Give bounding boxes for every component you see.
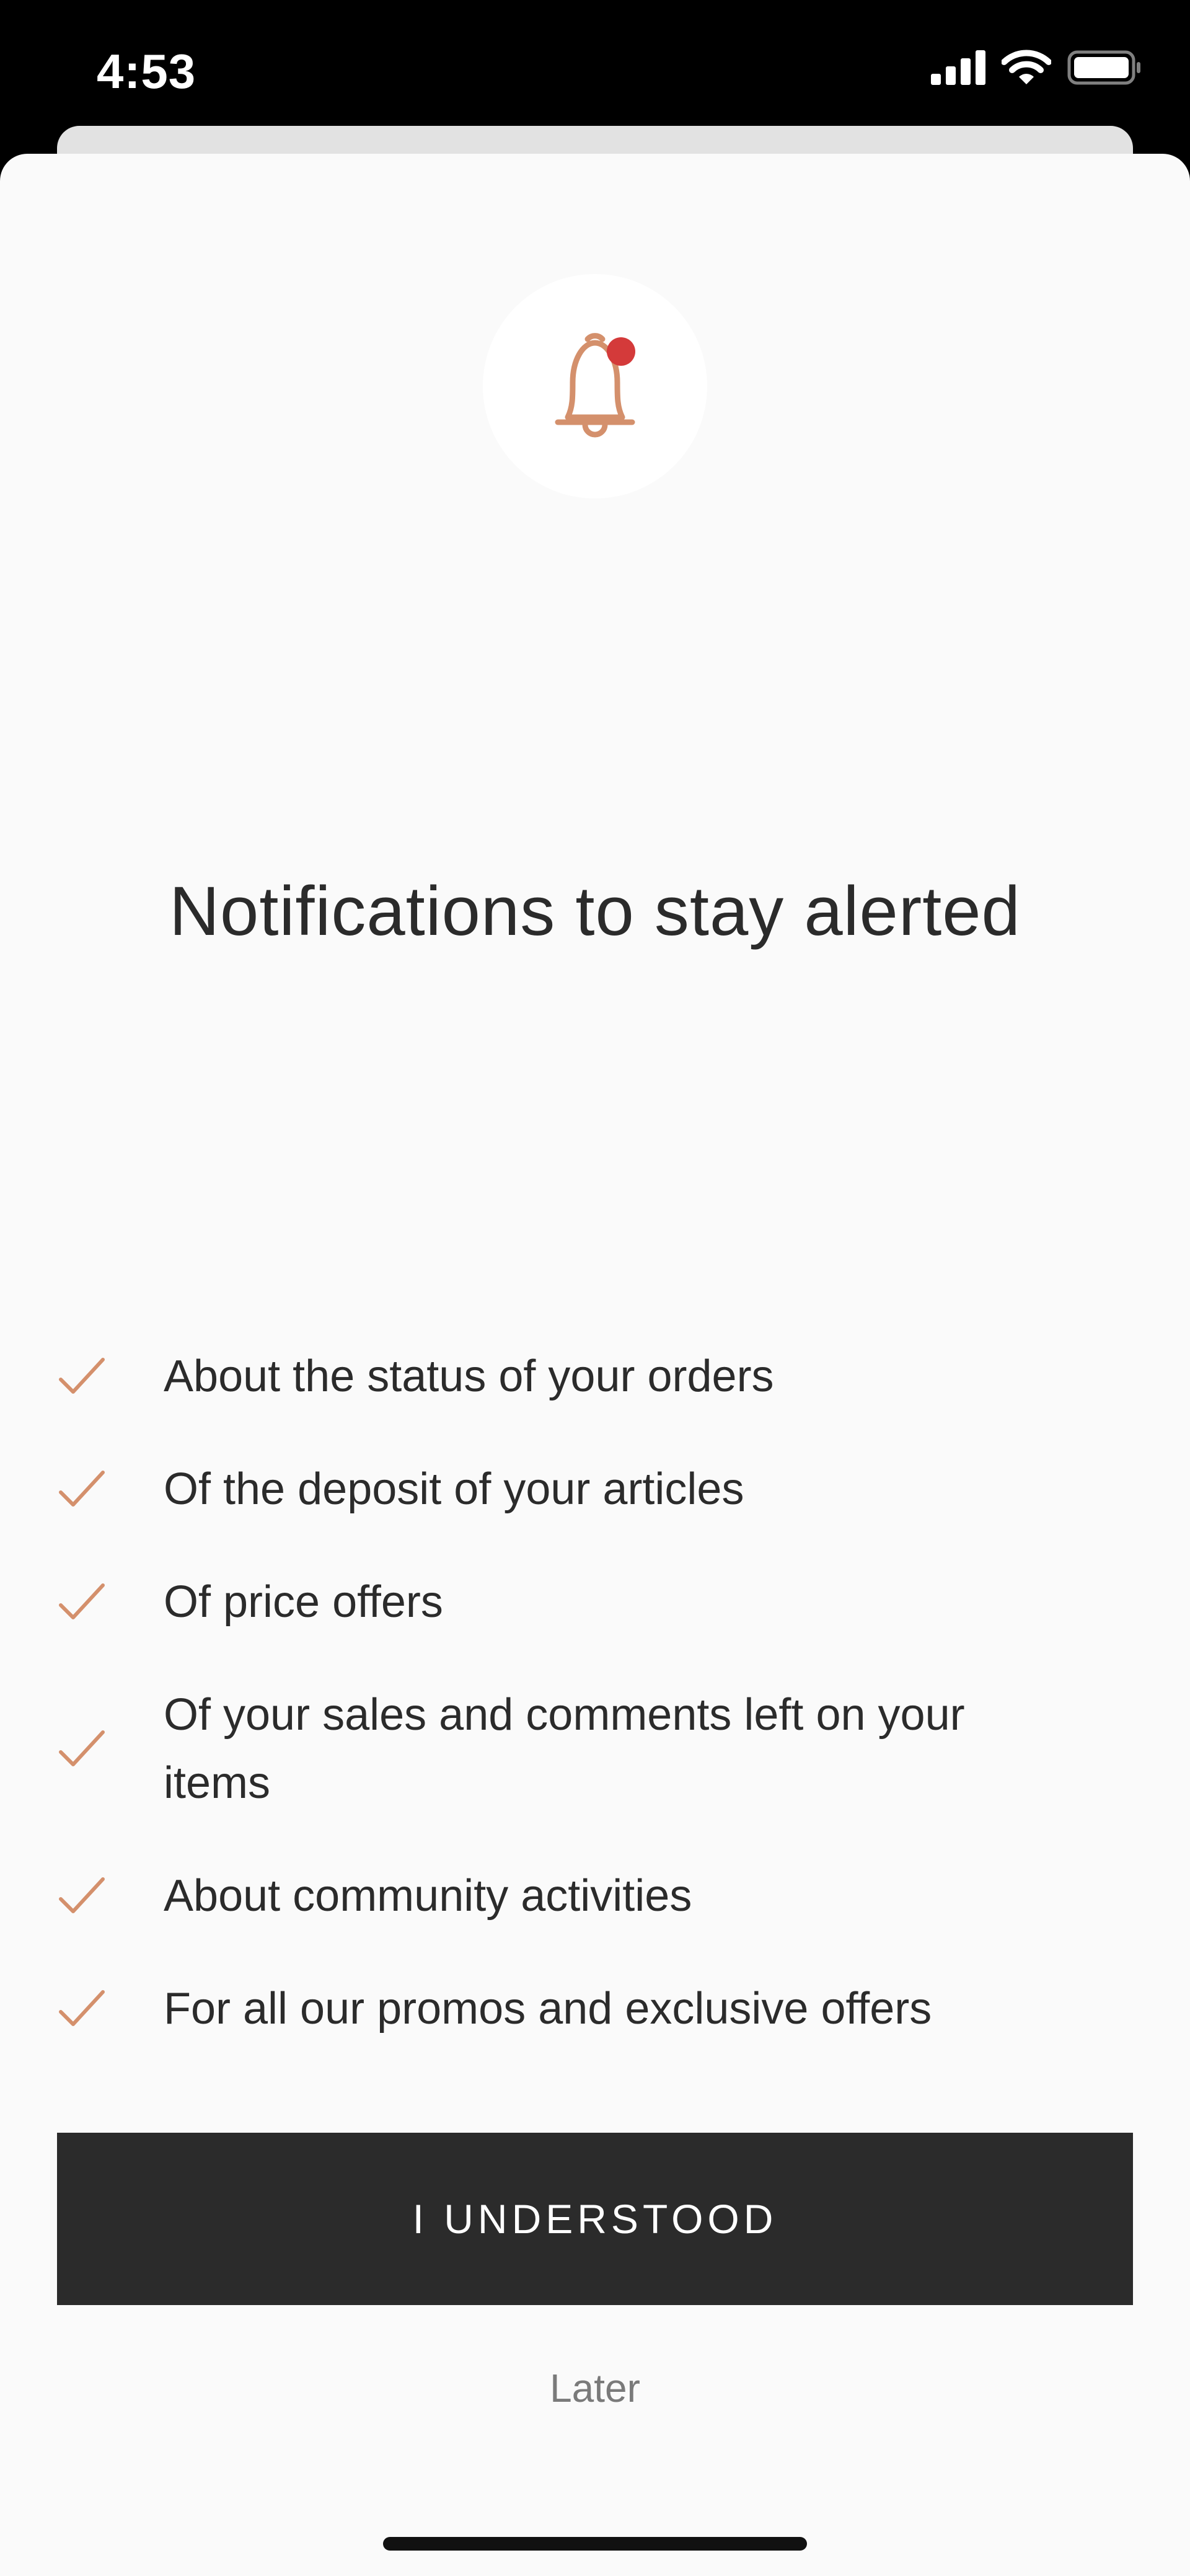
benefit-item: For all our promos and exclusive offers bbox=[57, 1975, 1073, 2043]
checkmark-icon bbox=[59, 1583, 105, 1619]
benefit-text: Of the deposit of your articles bbox=[164, 1464, 744, 1514]
cellular-signal-icon bbox=[931, 50, 985, 85]
status-time: 4:53 bbox=[97, 44, 196, 99]
checkmark-icon bbox=[59, 1877, 105, 1913]
wifi-icon bbox=[1002, 50, 1051, 84]
benefit-text: Of your sales and comments left on your … bbox=[164, 1690, 965, 1808]
benefit-text: About the status of your orders bbox=[164, 1352, 774, 1401]
benefit-item: Of price offers bbox=[57, 1568, 1073, 1636]
status-icons bbox=[931, 50, 1142, 86]
later-link[interactable]: Later bbox=[0, 2365, 1190, 2411]
battery-icon bbox=[1067, 50, 1140, 85]
i-understood-button[interactable]: I UNDERSTOOD bbox=[57, 2133, 1133, 2305]
benefits-list: About the status of your orders Of the d… bbox=[57, 1342, 1073, 2087]
bell-badge bbox=[483, 274, 707, 498]
checkmark-icon bbox=[59, 1730, 105, 1766]
checkmark-icon bbox=[59, 1471, 105, 1507]
checkmark-icon bbox=[59, 1358, 105, 1394]
benefit-text: For all our promos and exclusive offers bbox=[164, 1984, 932, 2034]
sheet-title: Notifications to stay alerted bbox=[169, 872, 1021, 950]
benefit-item: Of your sales and comments left on your … bbox=[57, 1681, 1073, 1817]
benefit-item: About community activities bbox=[57, 1862, 1073, 1930]
home-indicator[interactable] bbox=[383, 2537, 807, 2551]
benefit-text: About community activities bbox=[164, 1871, 692, 1921]
benefit-item: Of the deposit of your articles bbox=[57, 1455, 1073, 1523]
checkmark-icon bbox=[59, 1990, 105, 2026]
benefit-item: About the status of your orders bbox=[57, 1342, 1073, 1410]
benefit-text: Of price offers bbox=[164, 1577, 443, 1627]
notification-dot-icon bbox=[607, 337, 635, 366]
bell-icon bbox=[555, 333, 635, 438]
